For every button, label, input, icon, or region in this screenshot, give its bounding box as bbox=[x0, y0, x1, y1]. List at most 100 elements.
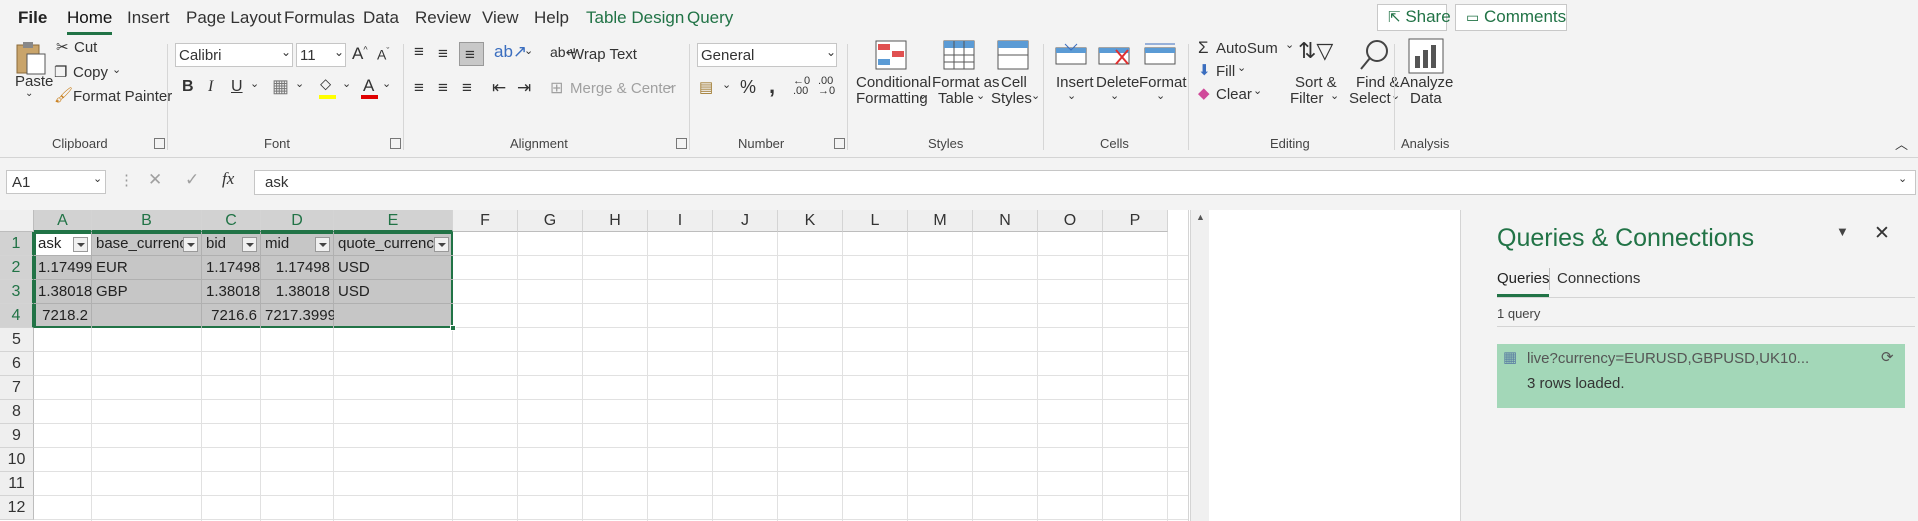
decrease-font-size-icon[interactable]: Aˇ bbox=[377, 46, 389, 63]
row-header-3[interactable]: 3 bbox=[0, 280, 34, 304]
table-cell[interactable]: USD bbox=[334, 256, 453, 280]
tab-connections[interactable]: Connections bbox=[1557, 270, 1640, 287]
table-header-cell[interactable]: ask bbox=[34, 232, 74, 256]
query-item[interactable]: ▦ live?currency=EURUSD,GBPUSD,UK10... 3 … bbox=[1497, 344, 1905, 408]
cancel-icon[interactable]: ✕ bbox=[148, 170, 162, 190]
filter-dropdown-icon[interactable] bbox=[183, 237, 198, 252]
dialog-launcher-icon[interactable] bbox=[154, 138, 165, 149]
chevron-down-icon[interactable]: ⌄ bbox=[295, 77, 304, 90]
column-header-g[interactable]: G bbox=[518, 210, 583, 232]
dialog-launcher-icon[interactable] bbox=[676, 138, 687, 149]
conditional-formatting-button[interactable]: Conditional Formatting ⌄ bbox=[855, 38, 931, 107]
enter-icon[interactable]: ✓ bbox=[185, 170, 199, 190]
name-box[interactable]: A1 ⌄ bbox=[6, 170, 106, 194]
clear-button[interactable]: ◆ Clear ⌄ bbox=[1196, 84, 1266, 104]
column-header-c[interactable]: C bbox=[202, 210, 261, 232]
align-center-icon[interactable]: ≡ bbox=[438, 78, 448, 98]
share-button[interactable]: ⇱ Share bbox=[1377, 4, 1451, 31]
table-cell[interactable]: EUR bbox=[92, 256, 202, 280]
column-header-h[interactable]: H bbox=[583, 210, 648, 232]
filter-dropdown-icon[interactable] bbox=[242, 237, 257, 252]
column-header-o[interactable]: O bbox=[1038, 210, 1103, 232]
collapse-ribbon-icon[interactable]: ︿ bbox=[1895, 134, 1908, 153]
table-cell[interactable]: GBP bbox=[92, 280, 202, 304]
wrap-text-button[interactable]: ab↵ Wrap Text bbox=[550, 44, 650, 66]
column-header-i[interactable]: I bbox=[648, 210, 713, 232]
row-header-11[interactable]: 11 bbox=[0, 472, 34, 496]
align-top-icon[interactable]: ≡ bbox=[414, 42, 424, 62]
row-header-1[interactable]: 1 bbox=[0, 232, 34, 256]
tab-review[interactable]: Review bbox=[415, 8, 471, 28]
font-color-icon[interactable]: A bbox=[360, 76, 380, 100]
filter-dropdown-icon[interactable] bbox=[315, 237, 330, 252]
currency-icon[interactable]: ▤ bbox=[699, 78, 713, 96]
formula-input[interactable]: ask ⌄ bbox=[254, 170, 1916, 195]
tab-view[interactable]: View bbox=[482, 8, 519, 28]
column-header-m[interactable]: M bbox=[908, 210, 973, 232]
close-icon[interactable]: ✕ bbox=[1874, 222, 1890, 245]
tab-query[interactable]: Query bbox=[687, 8, 733, 28]
row-header-7[interactable]: 7 bbox=[0, 376, 34, 400]
column-header-p[interactable]: P bbox=[1103, 210, 1168, 232]
cell-styles-button[interactable]: Cell Styles ⌄ bbox=[991, 38, 1040, 107]
filter-dropdown-icon[interactable] bbox=[434, 237, 449, 252]
chevron-down-icon[interactable]: ⌄ bbox=[382, 77, 391, 90]
font-name-select[interactable]: Calibri ⌄ bbox=[175, 43, 293, 67]
borders-icon[interactable]: ▦ bbox=[272, 76, 289, 97]
font-size-select[interactable]: 11 ⌄ bbox=[296, 43, 346, 67]
decrease-decimal-icon[interactable]: .00 →0 bbox=[818, 76, 835, 97]
italic-button[interactable]: I bbox=[208, 78, 213, 96]
row-header-8[interactable]: 8 bbox=[0, 400, 34, 424]
scroll-up-icon[interactable]: ▲ bbox=[1196, 212, 1205, 222]
tab-data[interactable]: Data bbox=[363, 8, 399, 28]
chevron-down-icon[interactable]: ⌄ bbox=[524, 44, 533, 57]
row-header-2[interactable]: 2 bbox=[0, 256, 34, 280]
tab-insert[interactable]: Insert bbox=[127, 8, 170, 28]
table-cell[interactable] bbox=[92, 304, 202, 328]
find-select-button[interactable]: Find & Select ⌄ bbox=[1346, 38, 1404, 107]
table-header-cell[interactable]: bid bbox=[202, 232, 243, 256]
column-header-f[interactable]: F bbox=[453, 210, 518, 232]
column-header-k[interactable]: K bbox=[778, 210, 843, 232]
row-header-10[interactable]: 10 bbox=[0, 448, 34, 472]
row-header-9[interactable]: 9 bbox=[0, 424, 34, 448]
vertical-scrollbar[interactable]: ▲ bbox=[1190, 210, 1209, 521]
more-options-icon[interactable]: ⋮ bbox=[119, 171, 134, 189]
align-middle-icon[interactable]: ≡ bbox=[438, 44, 448, 64]
table-cell[interactable]: 1.17499 bbox=[34, 256, 92, 280]
column-header-j[interactable]: J bbox=[713, 210, 778, 232]
table-header-cell[interactable]: quote_currency bbox=[334, 232, 435, 256]
filter-dropdown-icon[interactable] bbox=[73, 237, 88, 252]
row-header-12[interactable]: 12 bbox=[0, 496, 34, 520]
table-header-cell[interactable]: mid bbox=[261, 232, 316, 256]
percent-button[interactable]: % bbox=[740, 77, 756, 98]
table-cell[interactable]: 1.17498 bbox=[202, 256, 261, 280]
insert-function-button[interactable]: fx bbox=[222, 169, 234, 189]
tab-page-layout[interactable]: Page Layout bbox=[186, 8, 281, 28]
increase-indent-icon[interactable]: ⇥ bbox=[517, 78, 531, 98]
table-cell[interactable]: 7218.2 bbox=[34, 304, 92, 328]
row-header-4[interactable]: 4 bbox=[0, 304, 34, 328]
table-cell[interactable]: USD bbox=[334, 280, 453, 304]
panel-options-icon[interactable]: ▼ bbox=[1836, 224, 1849, 239]
decrease-indent-icon[interactable]: ⇤ bbox=[492, 78, 506, 98]
chevron-down-icon[interactable]: ⌄ bbox=[722, 78, 731, 91]
column-header-a[interactable]: A bbox=[34, 210, 92, 232]
insert-cells-button[interactable]: Insert ⌄ bbox=[1051, 38, 1094, 106]
autosum-button[interactable]: Σ AutoSum ⌄ bbox=[1196, 38, 1296, 58]
column-header-b[interactable]: B bbox=[92, 210, 202, 232]
delete-cells-button[interactable]: Delete ⌄ bbox=[1094, 38, 1139, 106]
copy-button[interactable]: ❐ Copy ⌄ bbox=[54, 63, 124, 83]
increase-font-size-icon[interactable]: A^ bbox=[352, 44, 368, 64]
analyze-data-button[interactable]: Analyze Data bbox=[1400, 38, 1456, 107]
format-cells-button[interactable]: Format ⌄ bbox=[1136, 38, 1187, 106]
table-cell[interactable]: 1.38018 bbox=[34, 280, 92, 304]
tab-formulas[interactable]: Formulas bbox=[284, 8, 355, 28]
chevron-down-icon[interactable]: ⌄ bbox=[250, 77, 259, 90]
comma-button[interactable]: , bbox=[769, 73, 775, 99]
comments-button[interactable]: ▭ Comments bbox=[1455, 4, 1567, 31]
merge-center-button[interactable]: ⊞ Merge & Center ⌄ bbox=[550, 78, 678, 100]
number-format-select[interactable]: General ⌄ bbox=[697, 43, 837, 67]
orientation-icon[interactable]: ab↗ bbox=[494, 42, 527, 62]
menu-file[interactable]: File bbox=[18, 8, 47, 28]
